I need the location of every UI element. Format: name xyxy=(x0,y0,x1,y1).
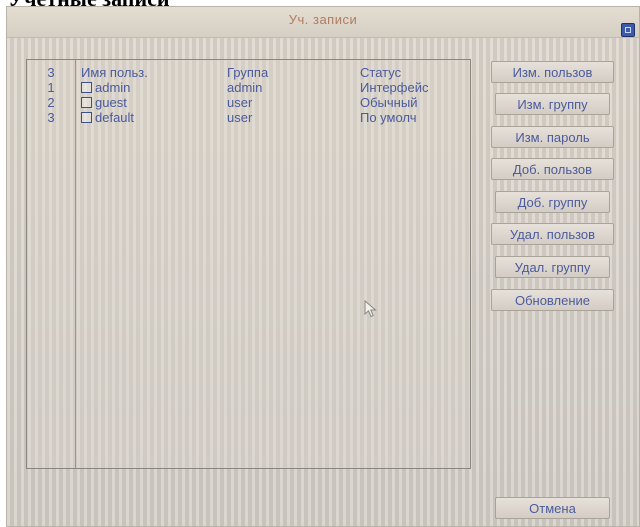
add-group-button[interactable]: Доб. группу xyxy=(495,191,610,213)
user-name-cell: guest xyxy=(81,95,127,110)
user-name-cell: default xyxy=(81,110,134,125)
status-cell: Интерфейс xyxy=(360,80,429,95)
close-button[interactable] xyxy=(621,23,635,37)
row-index: 2 xyxy=(47,95,55,110)
status-cell: Обычный xyxy=(360,95,418,110)
table-row[interactable]: 3 default user По умолч xyxy=(27,110,470,125)
cancel-button[interactable]: Отмена xyxy=(495,497,610,519)
table-header: 3 Имя польз. Группа Статус xyxy=(27,65,470,80)
group-cell: admin xyxy=(227,80,263,95)
status-cell: По умолч xyxy=(360,110,417,125)
user-name: default xyxy=(95,110,135,125)
add-user-button[interactable]: Доб. пользов xyxy=(491,158,614,180)
header-status: Статус xyxy=(360,65,402,80)
row-checkbox[interactable] xyxy=(81,97,92,108)
user-name-cell: admin xyxy=(81,80,130,95)
row-index: 1 xyxy=(47,80,55,95)
close-icon xyxy=(625,27,631,33)
header-user-name: Имя польз. xyxy=(81,65,148,80)
user-name: guest xyxy=(95,95,127,110)
row-checkbox[interactable] xyxy=(81,112,92,123)
user-list-table: 3 Имя польз. Группа Статус 1 admin admin… xyxy=(26,59,471,469)
mouse-cursor-icon xyxy=(364,300,377,318)
edit-group-button[interactable]: Изм. группу xyxy=(495,93,610,115)
group-cell: user xyxy=(227,95,253,110)
row-index: 3 xyxy=(47,110,55,125)
title-bar: Уч. записи xyxy=(7,7,639,38)
table-row[interactable]: 1 admin admin Интерфейс xyxy=(27,80,470,95)
user-name: admin xyxy=(95,80,131,95)
refresh-button[interactable]: Обновление xyxy=(491,289,614,311)
group-cell: user xyxy=(227,110,253,125)
accounts-window: Уч. записи 3 Имя польз. Группа Статус 1 … xyxy=(6,6,640,527)
header-count: 3 xyxy=(47,65,55,80)
window-title: Уч. записи xyxy=(288,12,358,27)
header-group: Группа xyxy=(227,65,269,80)
change-password-button[interactable]: Изм. пароль xyxy=(491,126,614,148)
row-checkbox[interactable] xyxy=(81,82,92,93)
edit-user-button[interactable]: Изм. пользов xyxy=(491,61,614,83)
delete-user-button[interactable]: Удал. пользов xyxy=(491,223,614,245)
table-row[interactable]: 2 guest user Обычный xyxy=(27,95,470,110)
delete-group-button[interactable]: Удал. группу xyxy=(495,256,610,278)
